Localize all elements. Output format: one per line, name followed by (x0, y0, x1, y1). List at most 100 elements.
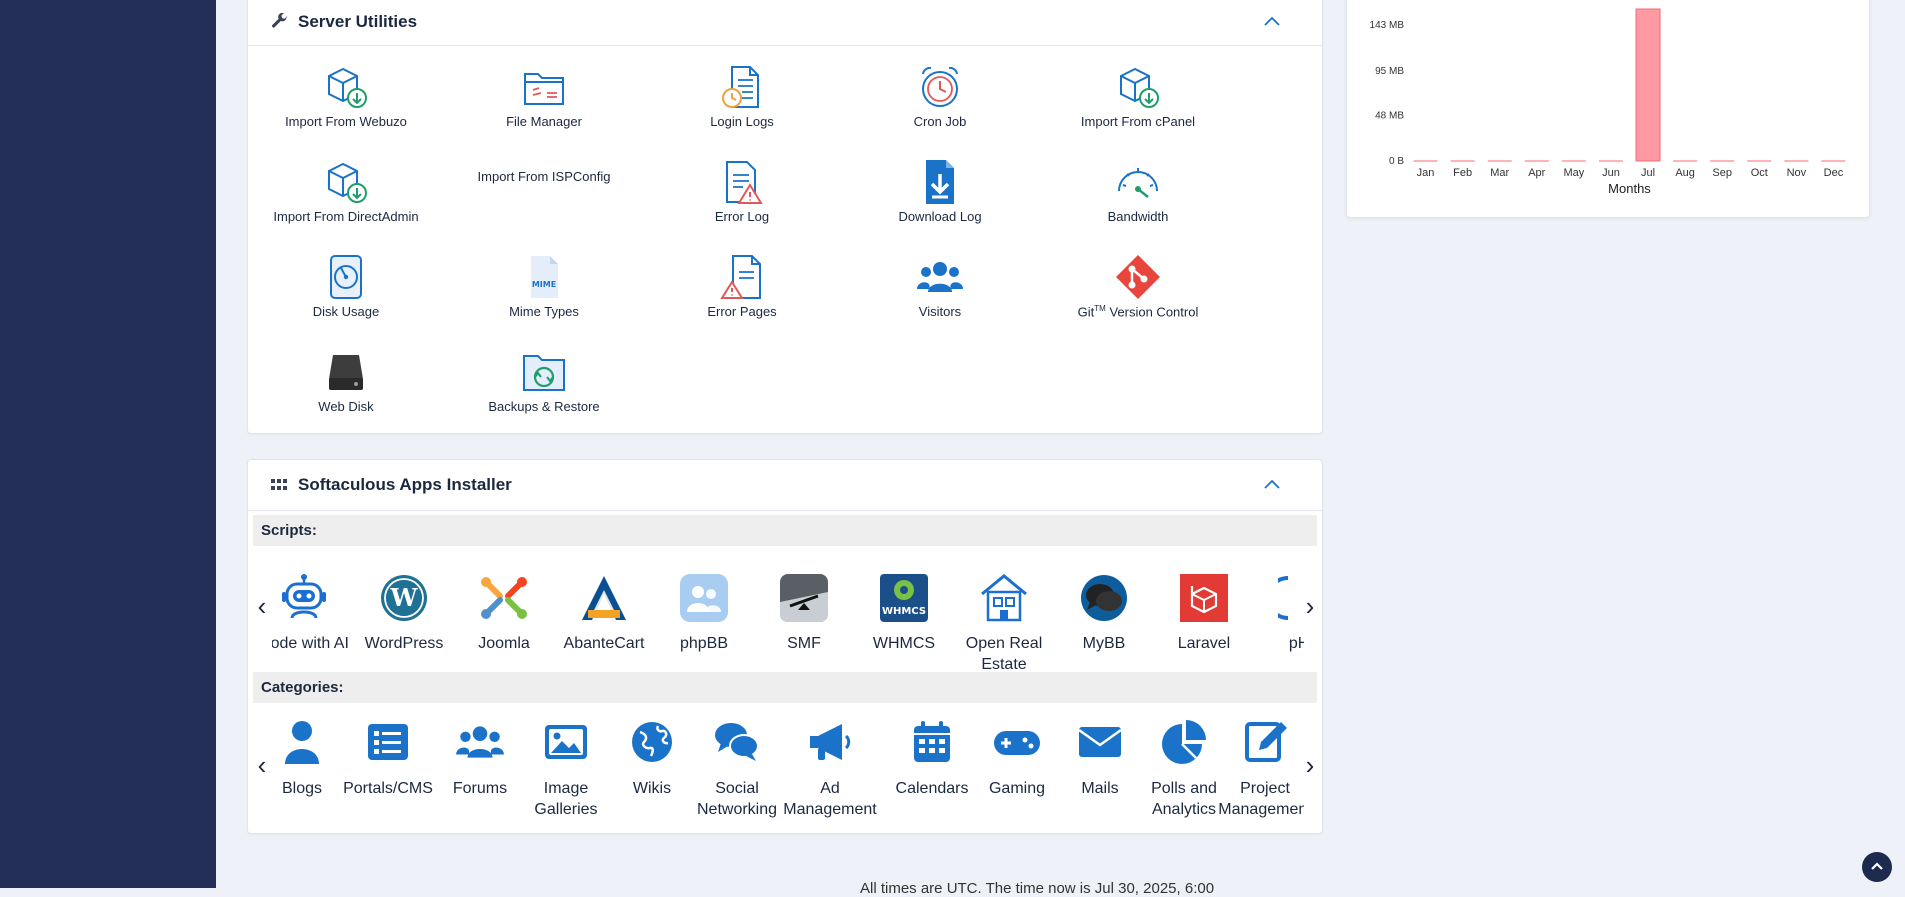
phpbb-icon (678, 572, 730, 624)
utility-item[interactable]: Download Log (841, 157, 1039, 224)
list-icon (362, 716, 414, 768)
script-label: AbanteCart (563, 635, 645, 652)
x-tick-label: Feb (1453, 167, 1472, 179)
script-item[interactable]: SMF (754, 572, 854, 654)
category-item[interactable]: Image Galleries (516, 716, 616, 820)
category-item[interactable]: Project Management (1215, 716, 1304, 820)
bandwidth-chart: 0 B 48 MB 95 MB 143 MB Jan Feb Mar Apr May Jun Jul… (1370, 8, 1846, 196)
script-item[interactable]: AbanteCart (554, 572, 654, 654)
collapse-chevron-up-icon[interactable] (1262, 475, 1282, 495)
category-item[interactable]: Ad Management (780, 716, 880, 820)
softaculous-header: Softaculous Apps Installer (248, 460, 1322, 511)
utility-item[interactable]: Disk Usage (247, 252, 445, 319)
svg-text:MIME: MIME (532, 280, 556, 289)
y-tick-label: 0 B (1389, 156, 1404, 167)
footer-time-text: All times are UTC. The time now is Jul 3… (860, 880, 1215, 897)
utility-item[interactable]: Cron Job (841, 62, 1039, 129)
users-icon (454, 716, 506, 768)
scroll-to-top-button[interactable] (1862, 852, 1892, 882)
script-item[interactable]: MyBB (1054, 572, 1154, 654)
x-tick-label: Aug (1675, 167, 1695, 179)
utility-item[interactable]: Bandwidth (1039, 157, 1237, 224)
utility-item[interactable]: Error Log (643, 157, 841, 224)
scripts-carousel: Code with AI W WordPress Joomla AbanteCart ph… (272, 572, 1304, 680)
smf-icon (778, 572, 830, 624)
utility-item[interactable]: Web Disk (247, 347, 445, 414)
box-download-icon (321, 157, 371, 207)
script-item[interactable]: Code with AI (272, 572, 354, 654)
categories-prev-arrow[interactable]: ‹ (254, 752, 270, 778)
utility-label: Disk Usage (312, 304, 380, 319)
utility-item[interactable]: Error Pages (643, 252, 841, 319)
apps-grid-icon (270, 476, 288, 494)
collapse-chevron-up-icon[interactable] (1262, 12, 1282, 32)
script-label: Code with AI (272, 635, 349, 652)
utility-label: Login Logs (710, 114, 774, 129)
script-item[interactable]: WHMCS WHMCS (854, 572, 954, 654)
image-icon (540, 716, 592, 768)
mybb-icon (1078, 572, 1130, 624)
download-file-icon (915, 157, 965, 207)
hard-drive-icon (321, 347, 371, 397)
utility-label: Import From DirectAdmin (273, 209, 419, 224)
category-item[interactable]: Social Networking (687, 716, 787, 820)
comments-icon (711, 716, 763, 768)
x-tick-label: Nov (1787, 167, 1807, 179)
script-label: WHMCS (872, 635, 936, 652)
utility-item[interactable]: MIME Mime Types (445, 252, 643, 319)
gamepad-icon (991, 716, 1043, 768)
utility-item[interactable]: Backups & Restore (445, 347, 643, 414)
script-item[interactable]: phpBB (654, 572, 754, 654)
edit-icon (1239, 716, 1291, 768)
pie-chart-icon (1158, 716, 1210, 768)
globe-icon (626, 716, 678, 768)
utility-label: Error Log (714, 209, 770, 224)
script-item[interactable]: Laravel (1154, 572, 1254, 654)
utility-item[interactable]: Import From cPanel (1039, 62, 1237, 129)
utility-label: Web Disk (318, 399, 374, 414)
category-item[interactable]: Forums (430, 716, 530, 799)
calendar-icon (906, 716, 958, 768)
script-label: MyBB (1082, 635, 1126, 652)
alarm-clock-icon (915, 62, 965, 112)
scripts-prev-arrow[interactable]: ‹ (254, 593, 270, 619)
page-warning-icon (717, 252, 767, 302)
utility-label: File Manager (506, 114, 582, 129)
house-icon (978, 572, 1030, 624)
category-label: Forums (452, 780, 508, 797)
git-icon (1113, 252, 1163, 302)
categories-next-arrow[interactable]: › (1302, 752, 1318, 778)
x-tick-label: Oct (1751, 167, 1768, 179)
utility-item[interactable]: Import From Webuzo (247, 62, 445, 129)
script-label: Open Real Estate (965, 635, 1043, 673)
script-item[interactable]: pHT (1254, 572, 1304, 654)
utility-item[interactable]: Login Logs (643, 62, 841, 129)
category-item[interactable]: Portals/CMS (338, 716, 438, 799)
script-item[interactable]: Open Real Estate (954, 572, 1054, 675)
x-tick-label: Apr (1528, 167, 1545, 179)
utility-label: Error Pages (707, 304, 777, 319)
utility-item[interactable]: Import From ISPConfig (445, 167, 643, 184)
utility-label: GitTM Version Control (1077, 304, 1199, 320)
utility-label: Mime Types (509, 304, 579, 319)
utility-label: Import From ISPConfig (477, 169, 611, 184)
y-tick-label: 95 MB (1375, 66, 1404, 77)
utility-item[interactable]: GitTM Version Control (1039, 252, 1237, 319)
script-item[interactable]: Joomla (454, 572, 554, 654)
script-item[interactable]: W WordPress (354, 572, 454, 654)
megaphone-icon (804, 716, 856, 768)
utility-item[interactable]: Import From DirectAdmin (247, 157, 445, 224)
script-label: SMF (787, 635, 821, 652)
category-label: Social Networking (696, 780, 778, 818)
wrench-icon (270, 13, 288, 31)
envelope-icon (1074, 716, 1126, 768)
utility-item[interactable]: File Manager (445, 62, 643, 129)
gauge-icon (1113, 157, 1163, 207)
mime-file-icon: MIME (519, 252, 569, 302)
x-tick-label: Jul (1641, 167, 1655, 179)
utility-label: Download Log (898, 209, 982, 224)
utility-item[interactable]: Visitors (841, 252, 1039, 319)
bar (1635, 8, 1661, 162)
scripts-next-arrow[interactable]: › (1302, 593, 1318, 619)
utility-label: Import From Webuzo (285, 114, 407, 129)
